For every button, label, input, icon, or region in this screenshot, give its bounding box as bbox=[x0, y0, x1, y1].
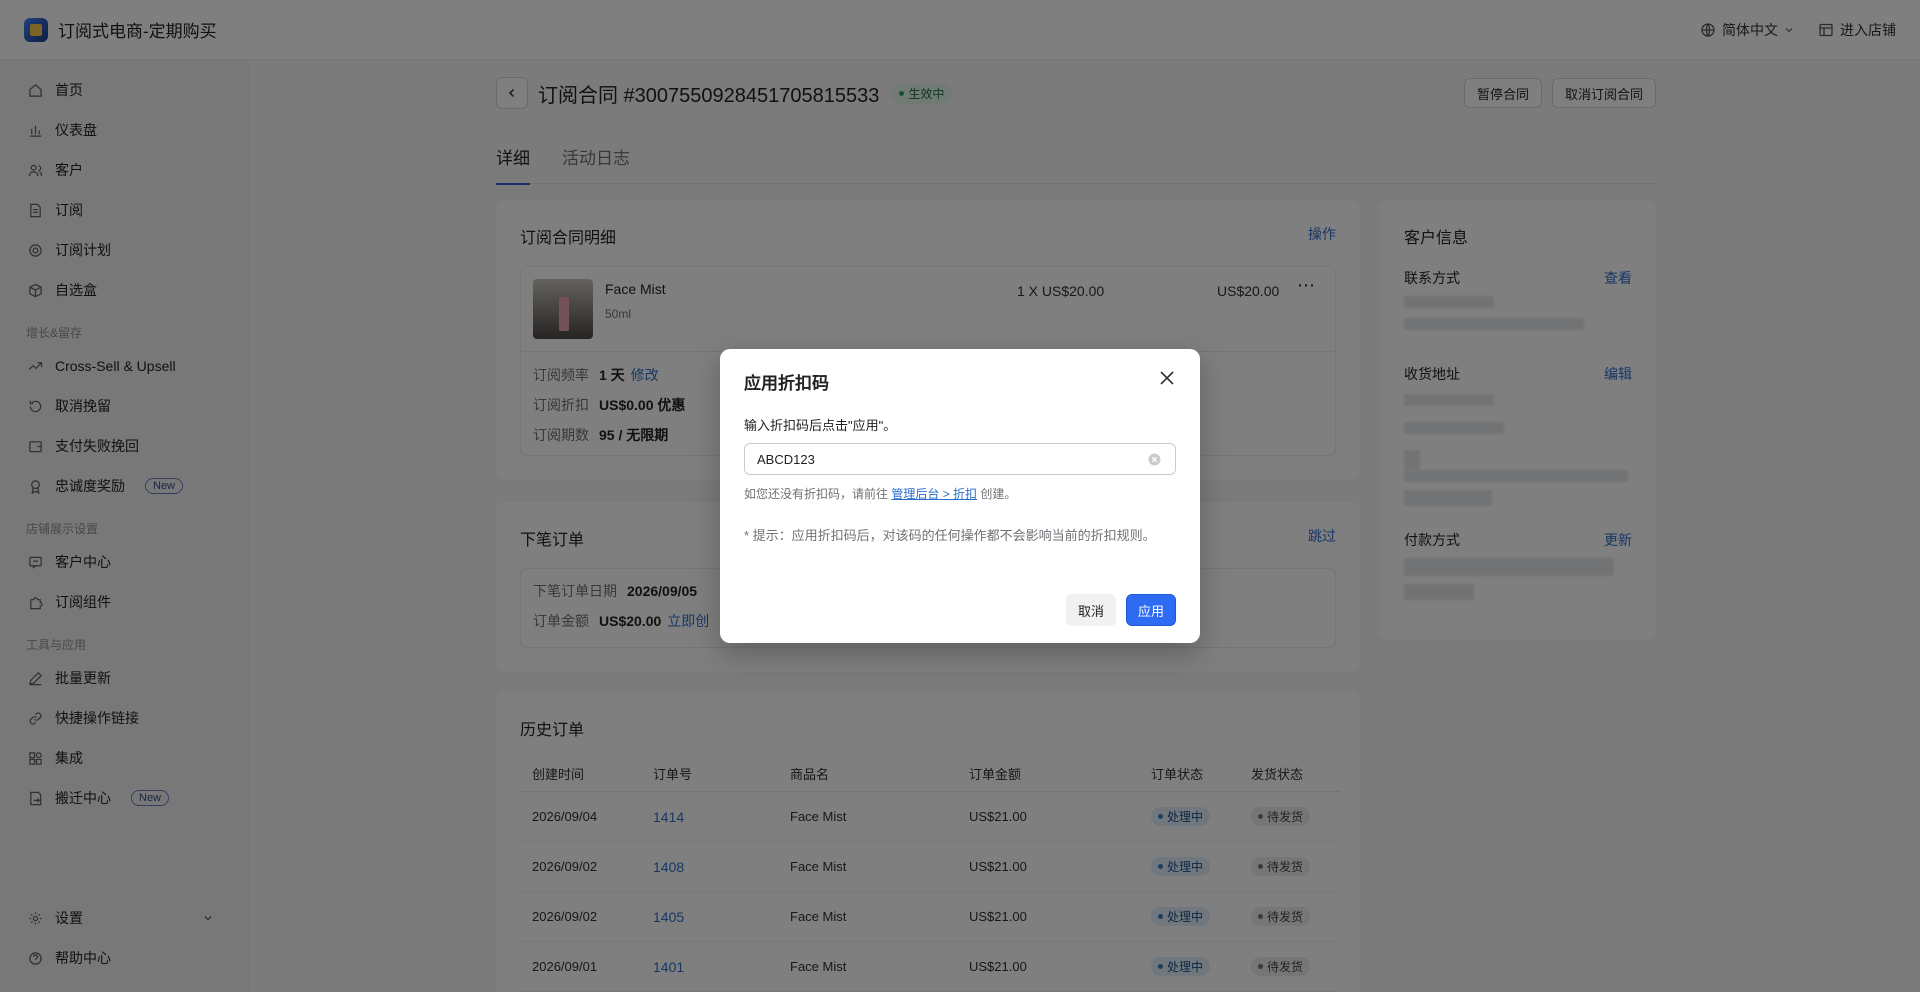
apply-discount-modal: 应用折扣码 输入折扣码后点击"应用"。 如您还没有折扣码，请前往 管理后台 > … bbox=[720, 349, 1200, 643]
close-icon[interactable] bbox=[1156, 367, 1178, 389]
hint-prefix: 如您还没有折扣码，请前往 bbox=[744, 487, 889, 501]
hint-suffix: 创建。 bbox=[980, 487, 1017, 501]
discount-code-input[interactable] bbox=[744, 443, 1176, 475]
modal-title: 应用折扣码 bbox=[744, 374, 829, 393]
cancel-button[interactable]: 取消 bbox=[1066, 594, 1117, 626]
discount-tip: * 提示：应用折扣码后，对该码的任何操作都不会影响当前的折扣规则。 bbox=[744, 528, 1156, 543]
discount-hint: 如您还没有折扣码，请前往 管理后台 > 折扣 创建。 bbox=[744, 485, 1016, 502]
clear-input-icon[interactable] bbox=[1148, 453, 1161, 466]
admin-discount-link[interactable]: 管理后台 > 折扣 bbox=[891, 487, 977, 501]
modal-description: 输入折扣码后点击"应用"。 bbox=[744, 418, 897, 433]
apply-button[interactable]: 应用 bbox=[1126, 594, 1176, 626]
